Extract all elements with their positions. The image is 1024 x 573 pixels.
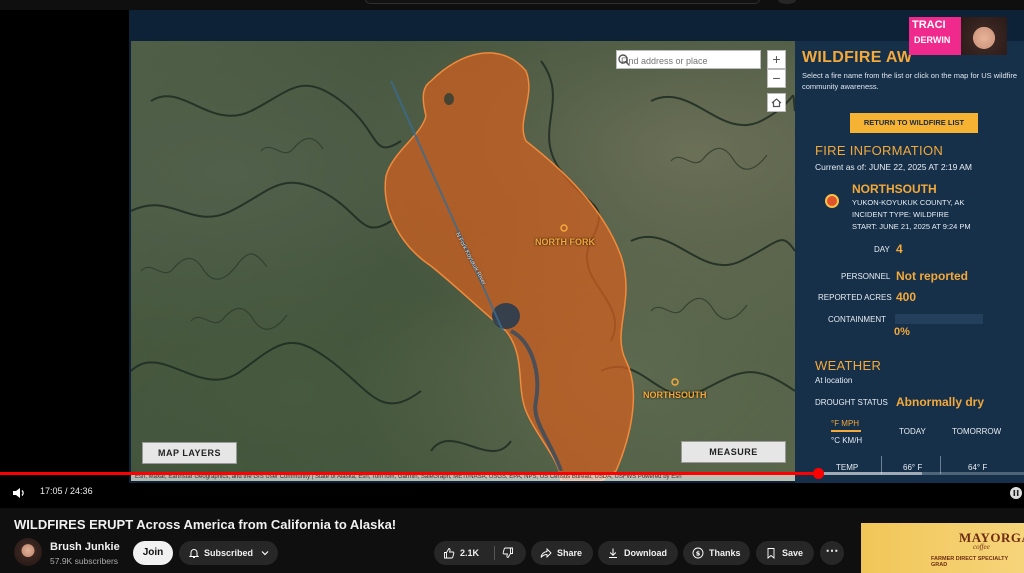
unit-tab-underline <box>831 430 861 432</box>
personnel-value: Not reported <box>896 269 968 283</box>
unit-metric-tab[interactable]: °C KM/H <box>831 436 862 445</box>
map-search <box>616 50 761 70</box>
search-icon[interactable] <box>617 53 631 67</box>
temp-label: TEMP <box>836 463 859 472</box>
acres-value: 400 <box>896 290 917 304</box>
video-player[interactable]: NORTH FORK NORTHSOUTH N Fork Koyukuk Riv… <box>0 10 1024 508</box>
home-icon <box>771 98 782 108</box>
ad-banner[interactable]: MAYORGA coffee FARMER DIRECT SPECIALTY G… <box>861 523 1024 573</box>
more-icon: ⋯ <box>825 543 839 558</box>
north-fork-label[interactable]: NORTH FORK <box>535 237 595 247</box>
temp-tomorrow: 64° F <box>968 463 988 472</box>
subscribed-button[interactable]: Subscribed <box>179 541 278 565</box>
containment-bar <box>895 314 983 324</box>
ad-subbrand: coffee <box>973 543 990 551</box>
progress-buffered <box>818 472 922 475</box>
at-location: At location <box>815 376 853 385</box>
presenter-photo <box>961 17 1007 55</box>
time-display: 17:05 / 24:36 <box>40 486 93 496</box>
presenter-badge: TRACI DERWIN <box>909 17 1007 55</box>
return-to-list-button[interactable]: RETURN TO WILDFIRE LIST <box>850 113 978 133</box>
like-count[interactable]: 2.1K <box>460 541 479 565</box>
ad-brand: MAYORGA <box>959 530 1024 545</box>
save-label: Save <box>782 548 804 558</box>
channel-name[interactable]: Brush Junkie <box>50 541 120 553</box>
badge-line-2: DERWIN <box>914 35 951 45</box>
day-label: DAY <box>874 245 890 254</box>
containment-label: CONTAINMENT <box>828 315 887 324</box>
join-button[interactable]: Join <box>133 541 173 565</box>
zoom-in-button[interactable]: + <box>767 50 786 69</box>
progress-played <box>0 472 818 475</box>
measure-button[interactable]: MEASURE <box>681 441 786 463</box>
share-label: Share <box>557 548 583 558</box>
pause-icon[interactable] <box>1010 487 1022 499</box>
today-label: TODAY <box>899 427 926 436</box>
download-button[interactable]: Download <box>598 541 678 565</box>
incident-type: INCIDENT TYPE: WILDFIRE <box>852 210 949 219</box>
like-dislike-group: 2.1K <box>434 541 526 565</box>
personnel-label: PERSONNEL <box>841 272 891 281</box>
fire-name: NORTHSOUTH <box>852 182 937 196</box>
progress-bar[interactable] <box>0 468 1024 479</box>
zoom-out-button[interactable]: − <box>767 69 786 88</box>
like-icon[interactable] <box>443 547 455 559</box>
fire-info-panel: WILDFIRE AW Select a fire name from the … <box>795 41 1024 483</box>
time-separator: / <box>62 486 71 496</box>
current-as-of: Current as of: JUNE 22, 2025 AT 2:19 AM <box>815 162 973 172</box>
top-bar <box>0 0 1024 10</box>
home-button[interactable] <box>767 93 786 112</box>
northsouth-label[interactable]: NORTHSOUTH <box>643 390 707 400</box>
thanks-icon: $ <box>692 547 704 559</box>
download-label: Download <box>624 548 667 558</box>
acres-label: REPORTED ACRES <box>818 293 892 302</box>
map-imagery <box>131 52 795 481</box>
player-controls: 17:05 / 24:36 <box>0 478 1024 508</box>
download-icon <box>609 548 617 558</box>
thanks-button[interactable]: $ Thanks <box>683 541 750 565</box>
day-value: 4 <box>896 242 903 256</box>
wildfire-map[interactable]: NORTH FORK NORTHSOUTH N Fork Koyukuk Riv… <box>131 41 795 481</box>
thanks-label: Thanks <box>709 548 741 558</box>
fire-status-icon <box>825 194 839 208</box>
drought-label: DROUGHT STATUS <box>815 398 888 407</box>
svg-text:$: $ <box>696 549 701 557</box>
fire-start: START: JUNE 21, 2025 AT 9:24 PM <box>852 222 971 231</box>
volume-icon[interactable] <box>12 486 26 500</box>
tomorrow-label: TOMORROW <box>952 427 1002 436</box>
bell-icon <box>188 549 200 558</box>
chevron-down-icon <box>261 551 269 556</box>
share-button[interactable]: Share <box>531 541 593 565</box>
more-actions-button[interactable]: ⋯ <box>820 541 844 565</box>
temp-today: 66° F <box>903 463 923 472</box>
panel-description: Select a fire name from the list or clic… <box>802 71 1018 91</box>
ad-tagline: FARMER DIRECT SPECIALTY GRAD <box>931 556 1009 568</box>
like-divider <box>494 546 495 560</box>
weather-heading: WEATHER <box>815 358 882 373</box>
dislike-icon[interactable] <box>502 547 514 559</box>
current-time: 17:05 <box>40 486 63 496</box>
fire-county: YUKON-KOYUKUK COUNTY, AK <box>852 198 965 207</box>
video-title: WILDFIRES ERUPT Across America from Cali… <box>14 517 397 532</box>
drought-value: Abnormally dry <box>896 395 985 409</box>
voice-search-edge[interactable] <box>778 0 796 4</box>
duration: 24:36 <box>70 486 93 496</box>
subscriber-count: 57.9K subscribers <box>50 556 119 566</box>
save-button[interactable]: Save <box>756 541 814 565</box>
share-icon <box>540 547 552 559</box>
channel-avatar[interactable] <box>14 538 42 566</box>
search-bar-edge[interactable] <box>365 0 760 4</box>
subscribed-label: Subscribed <box>204 548 254 558</box>
containment-value: 0% <box>894 326 910 338</box>
map-search-input[interactable] <box>617 52 741 70</box>
badge-line-1: TRACI <box>912 19 946 31</box>
map-layers-button[interactable]: MAP LAYERS <box>142 442 237 464</box>
unit-imperial-tab[interactable]: °F MPH <box>831 419 859 428</box>
panel-title: WILDFIRE AW <box>802 49 913 66</box>
save-icon <box>767 548 775 559</box>
fire-info-heading: FIRE INFORMATION <box>815 143 944 158</box>
